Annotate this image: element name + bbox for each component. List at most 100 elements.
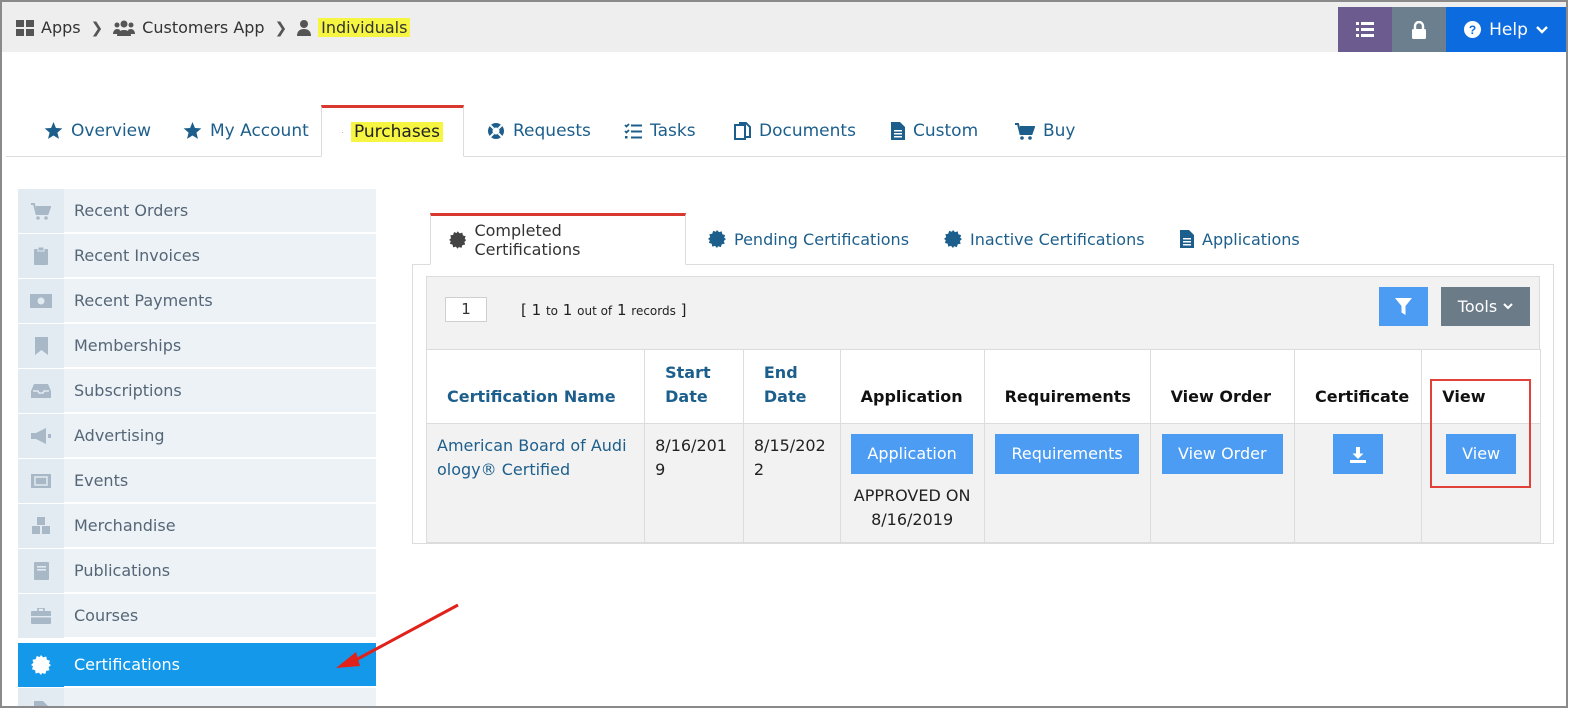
- sidebar-item-label: Merchandise: [74, 516, 176, 535]
- view-order-button[interactable]: View Order: [1162, 434, 1283, 474]
- tab-pending-label: Pending Certifications: [734, 229, 910, 249]
- tab-overview[interactable]: Overview: [24, 105, 171, 157]
- svg-text:?: ?: [1469, 23, 1476, 37]
- column-end-date[interactable]: End Date: [742, 349, 841, 424]
- filter-button[interactable]: [1379, 287, 1428, 326]
- sidebar-item-label: Recent Invoices: [74, 246, 200, 265]
- sidebar-item-recent-invoices[interactable]: Recent Invoices: [18, 234, 376, 278]
- list-icon: [1356, 22, 1374, 37]
- breadcrumb-individuals[interactable]: Individuals: [297, 18, 411, 37]
- start-date-value: 8/16/2019: [655, 436, 727, 479]
- list-button[interactable]: [1338, 7, 1392, 52]
- tools-button[interactable]: Tools: [1441, 287, 1530, 326]
- sidebar-item-recent-payments[interactable]: Recent Payments: [18, 279, 376, 323]
- cell-application: Application APPROVED ON 8/16/2019: [839, 423, 985, 543]
- bookmark-icon: [34, 337, 48, 355]
- application-status: APPROVED ON 8/16/2019: [853, 486, 971, 529]
- end-date-value: 8/15/2022: [753, 436, 826, 479]
- money-icon: [30, 294, 52, 308]
- documents-icon: [734, 122, 751, 140]
- grid-icon: [16, 19, 34, 36]
- breadcrumb-individuals-label: Individuals: [318, 18, 411, 37]
- cell-certification-name: American Board of Audiology® Certified: [425, 423, 646, 543]
- tab-custom[interactable]: Custom: [871, 105, 998, 157]
- tab-requests[interactable]: Requests: [467, 105, 611, 157]
- tab-custom-label: Custom: [913, 121, 979, 141]
- tab-purchases[interactable]: Purchases: [321, 105, 464, 157]
- question-circle-icon: ?: [1464, 21, 1482, 38]
- tab-inactive-certifications[interactable]: Inactive Certifications: [926, 213, 1163, 265]
- certifications-grid: 1 [ 1 to 1 out of 1 records ] Tools Cert…: [425, 276, 1541, 543]
- tab-purchases-label: Purchases: [350, 122, 443, 142]
- tab-documents-label: Documents: [759, 121, 856, 141]
- annotation-arrow: [336, 603, 459, 668]
- users-icon: [113, 20, 136, 36]
- lifebuoy-icon: [488, 123, 504, 139]
- tab-pending-certifications[interactable]: Pending Certifications: [690, 213, 927, 265]
- cell-requirements: Requirements: [983, 423, 1151, 543]
- sidebar-item-merchandise[interactable]: Merchandise: [18, 504, 376, 548]
- book-icon: [33, 562, 49, 580]
- sidebar-item-label: Memberships: [74, 336, 182, 355]
- certificate-download-button[interactable]: [1333, 434, 1384, 474]
- tab-buy[interactable]: Buy: [995, 105, 1096, 157]
- application-button[interactable]: Application: [851, 434, 973, 474]
- lock-button[interactable]: [1392, 7, 1446, 52]
- breadcrumb-apps-label: Apps: [41, 18, 81, 37]
- chevron-right-icon: ❯: [90, 18, 104, 37]
- breadcrumb-customers-app[interactable]: Customers App: [113, 18, 265, 37]
- clipboard-icon: [34, 247, 48, 265]
- sidebar-item-publications[interactable]: Publications: [18, 549, 376, 593]
- document-icon: [34, 701, 48, 706]
- column-view-order: View Order: [1149, 349, 1296, 424]
- help-button[interactable]: ? Help: [1446, 7, 1566, 52]
- records-summary: [ 1 to 1 out of 1 records ]: [521, 301, 687, 319]
- cart-icon: [31, 202, 51, 220]
- sidebar-item-memberships[interactable]: Memberships: [18, 324, 376, 368]
- cell-start-date: 8/16/2019: [644, 423, 744, 543]
- sidebar-item-certifications[interactable]: Certifications: [18, 643, 376, 687]
- top-buttons: ? Help: [1338, 7, 1566, 52]
- certificate-icon: [944, 230, 962, 248]
- sidebar-item-courses[interactable]: Courses: [18, 594, 376, 638]
- document-icon: [1180, 230, 1194, 248]
- sidebar-item-label: Recent Payments: [74, 291, 213, 310]
- star-icon: [44, 122, 63, 139]
- certificate-icon: [449, 231, 467, 249]
- tab-documents[interactable]: Documents: [714, 105, 876, 157]
- sidebar-item-label: Certifications: [74, 655, 180, 674]
- inbox-icon: [31, 384, 51, 398]
- megaphone-icon: [31, 428, 51, 444]
- tab-my-account-label: My Account: [210, 121, 309, 141]
- tab-my-account[interactable]: My Account: [163, 105, 329, 157]
- tab-completed-label: Completed Certifications: [474, 221, 581, 259]
- star-icon: [183, 122, 202, 139]
- sidebar-item-partial[interactable]: [18, 688, 376, 706]
- breadcrumb-apps[interactable]: Apps: [16, 18, 81, 37]
- tab-applications[interactable]: Applications: [1162, 213, 1318, 265]
- user-icon: [297, 19, 312, 36]
- sidebar-item-recent-orders[interactable]: Recent Orders: [18, 189, 376, 233]
- column-start-date[interactable]: Start Date: [644, 349, 744, 424]
- column-certification-name[interactable]: Certification Name: [425, 349, 646, 424]
- sidebar-item-subscriptions[interactable]: Subscriptions: [18, 369, 376, 413]
- cart-icon: [342, 131, 343, 133]
- certification-name-link[interactable]: American Board of Audiology® Certified: [437, 436, 627, 479]
- page-number-input[interactable]: 1: [445, 297, 487, 322]
- sidebar-item-events[interactable]: Events: [18, 459, 376, 503]
- top-bar: Apps ❯ Customers App ❯ Individuals ? Hel: [2, 2, 1566, 52]
- breadcrumb-customers-label: Customers App: [142, 18, 265, 37]
- lock-icon: [1412, 20, 1426, 39]
- sidebar-item-advertising[interactable]: Advertising: [18, 414, 376, 458]
- column-certificate: Certificate: [1294, 349, 1423, 424]
- cell-certificate: [1294, 423, 1423, 543]
- tab-tasks[interactable]: Tasks: [604, 105, 716, 157]
- requirements-button[interactable]: Requirements: [995, 434, 1139, 474]
- chevron-right-icon: ❯: [274, 18, 288, 37]
- certification-tabs: Completed Certifications Pending Certifi…: [412, 213, 1554, 265]
- ticket-icon: [31, 474, 51, 488]
- tab-overview-label: Overview: [71, 121, 152, 141]
- tab-completed-certifications[interactable]: Completed Certifications: [430, 213, 686, 265]
- sidebar-item-label: Events: [74, 471, 129, 490]
- filter-icon: [1395, 298, 1412, 315]
